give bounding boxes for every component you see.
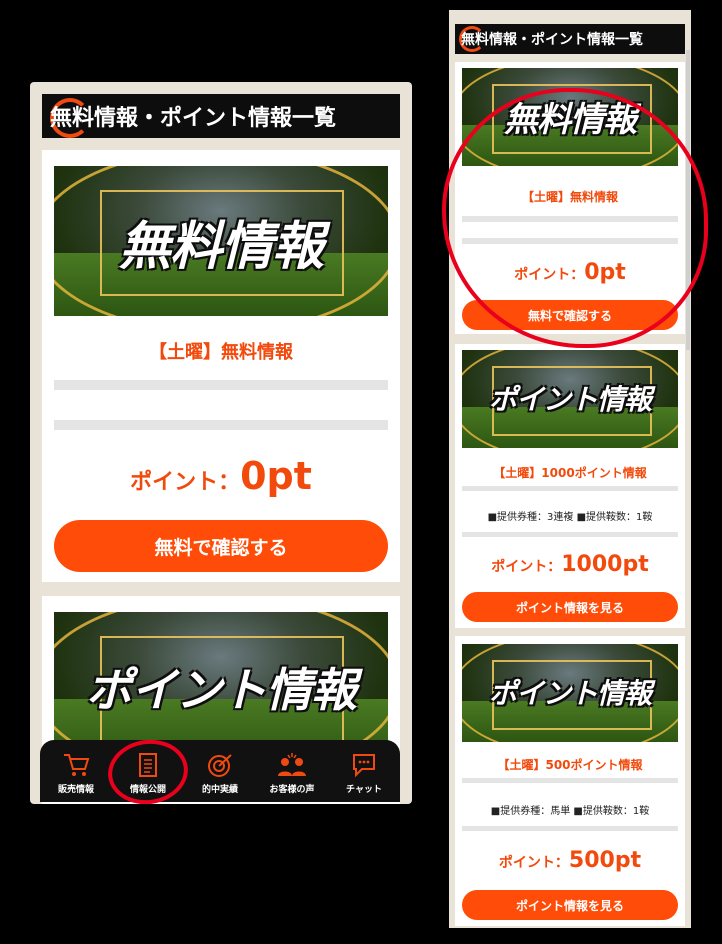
page-header: 無料情報・ポイント情報一覧 <box>42 94 400 138</box>
nav-label: チャット <box>346 785 382 795</box>
view-point-button[interactable]: ポイント情報を見る <box>462 592 678 622</box>
cart-icon <box>64 754 90 776</box>
view-point-button[interactable]: ポイント情報を見る <box>462 890 678 920</box>
nav-label: 販売情報 <box>57 785 94 795</box>
nav-item-reviews[interactable]: お客様の声 <box>256 740 328 802</box>
card-title: 【土曜】無料情報 <box>149 342 293 363</box>
card-meta: ■提供券種：3連複 ■提供鞍数：1鞍 <box>487 512 653 523</box>
points-display: ポイント：0pt <box>514 260 626 285</box>
view-free-button[interactable]: 無料で確認する <box>462 300 678 330</box>
placeholder-bar <box>462 826 678 831</box>
document-icon <box>139 753 157 777</box>
nav-label: お客様の声 <box>269 785 315 795</box>
card-title: 【土曜】無料情報 <box>521 190 618 204</box>
placeholder-bar <box>462 216 678 222</box>
placeholder-bar <box>462 238 678 244</box>
banner-title: ポイント情報 <box>488 677 652 710</box>
phone-screenshot-small: 無料情報・ポイント情報一覧 無料情報 【土曜】無料情報 ポイント：0pt 無料で… <box>449 10 691 928</box>
banner-title: 無料情報 <box>118 216 324 277</box>
bottom-nav: 販売情報 情報公開 的中実績 お客様の声 チャット <box>40 740 400 802</box>
placeholder-bar <box>54 420 388 430</box>
nav-item-results[interactable]: 的中実績 <box>184 740 256 802</box>
target-icon <box>208 754 232 777</box>
card-meta: ■提供券種：馬単 ■提供鞍数：1鞍 <box>490 806 650 817</box>
card-title: 【土曜】1000ポイント情報 <box>493 466 647 480</box>
free-info-banner: 無料情報 <box>462 68 678 166</box>
free-info-banner: 無料情報 <box>54 166 388 316</box>
placeholder-bar <box>462 778 678 783</box>
points-display: ポイント：0pt <box>130 454 312 498</box>
free-info-card: 無料情報 【土曜】無料情報 ポイント：0pt 無料で確認する <box>42 150 400 582</box>
nav-label: 的中実績 <box>201 785 238 795</box>
point-info-card-500: ポイント情報 【土曜】500ポイント情報 ■提供券種：馬単 ■提供鞍数：1鞍 ポ… <box>455 636 685 926</box>
nav-item-chat[interactable]: チャット <box>328 740 400 802</box>
scrollbar[interactable] <box>686 50 690 350</box>
free-info-card: 無料情報 【土曜】無料情報 ポイント：0pt 無料で確認する <box>455 62 685 334</box>
nav-label: 情報公開 <box>129 785 166 795</box>
points-display: ポイント：500pt <box>498 848 642 873</box>
nav-item-sales[interactable]: 販売情報 <box>40 740 112 802</box>
banner-title: ポイント情報 <box>488 383 652 416</box>
placeholder-bar <box>462 532 678 537</box>
phone-screenshot-large: 無料情報・ポイント情報一覧 無料情報 【土曜】無料情報 ポイント：0pt 無料で… <box>30 82 412 804</box>
point-info-card-1000: ポイント情報 【土曜】1000ポイント情報 ■提供券種：3連複 ■提供鞍数：1鞍… <box>455 344 685 628</box>
placeholder-bar <box>462 486 678 491</box>
people-icon <box>278 753 306 776</box>
page-title: 無料情報・ポイント情報一覧 <box>461 32 643 48</box>
banner-title: 無料情報 <box>504 100 637 140</box>
nav-item-info[interactable]: 情報公開 <box>112 740 184 802</box>
point-info-banner: ポイント情報 <box>462 350 678 448</box>
placeholder-bar <box>54 380 388 390</box>
page-header: 無料情報・ポイント情報一覧 <box>455 24 685 54</box>
chat-bubble-icon <box>353 754 375 778</box>
points-display: ポイント：1000pt <box>491 552 649 577</box>
point-info-banner: ポイント情報 <box>462 644 678 742</box>
page-title: 無料情報・ポイント情報一覧 <box>50 106 337 131</box>
card-title: 【土曜】500ポイント情報 <box>497 758 643 772</box>
banner-title: ポイント情報 <box>86 663 357 717</box>
view-free-button[interactable]: 無料で確認する <box>54 520 388 572</box>
